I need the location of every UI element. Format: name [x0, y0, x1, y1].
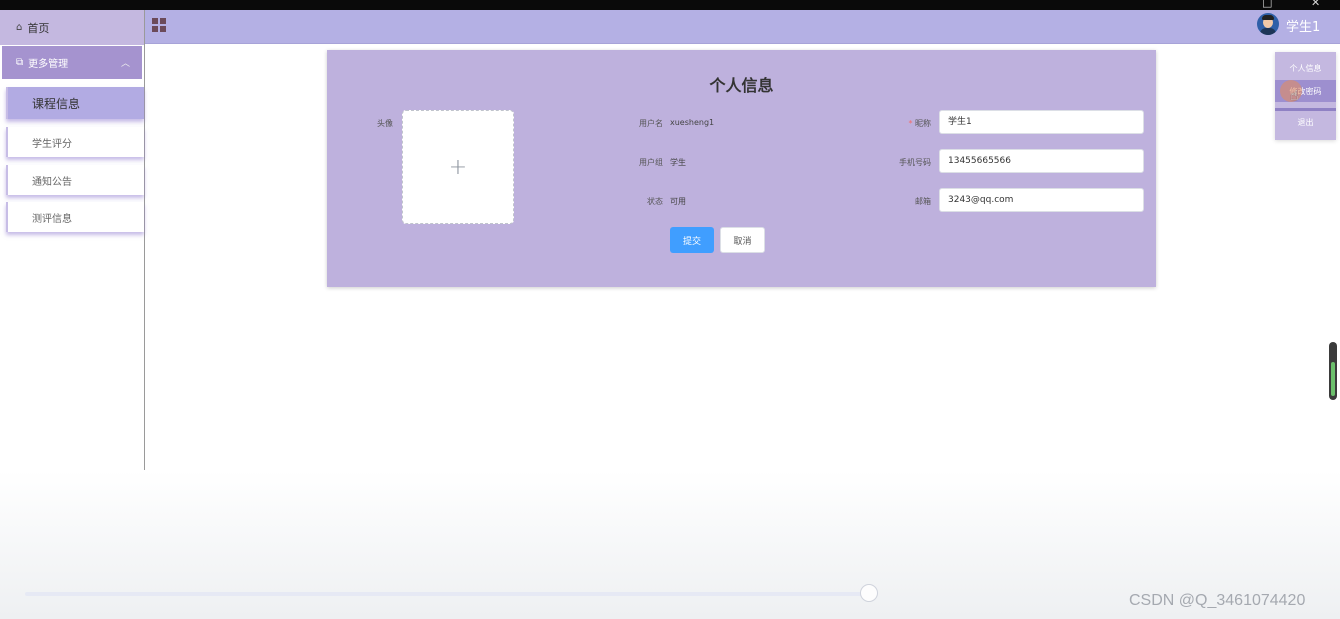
- sidebar-group-more-management[interactable]: ⧉ 更多管理 ︿: [2, 46, 142, 79]
- role-label: 用户组: [639, 158, 663, 167]
- avatar-upload[interactable]: +: [402, 110, 514, 224]
- hand-cursor-icon: ☝: [1290, 88, 1299, 104]
- phone-label: 手机号码: [899, 158, 931, 167]
- minimize-icon[interactable]: □: [1262, 0, 1272, 9]
- vertical-scrollbar[interactable]: [1329, 342, 1337, 400]
- profile-form-panel: 个人信息 头像 + 用户名 xuesheng1 用户组 学生 状态 可用 * 昵…: [327, 50, 1156, 287]
- sidebar-group-label: 更多管理: [28, 59, 69, 70]
- sidebar-item-label: 课程信息: [32, 96, 81, 111]
- nickname-label: * 昵称: [908, 119, 931, 128]
- sidebar-item-label: 通知公告: [32, 176, 72, 188]
- status-label: 状态: [647, 197, 663, 206]
- menu-item-logout[interactable]: 退出: [1275, 111, 1336, 133]
- avatar[interactable]: [1257, 13, 1279, 35]
- grid-icon[interactable]: [152, 18, 166, 32]
- sidebar-item-evaluation-info[interactable]: 测评信息: [6, 202, 144, 232]
- required-asterisk: *: [908, 119, 913, 128]
- sidebar-home-label: 首页: [27, 21, 50, 35]
- page-title: 个人信息: [709, 76, 774, 95]
- video-progress-track[interactable]: [25, 592, 870, 596]
- home-icon: ⌂: [16, 22, 23, 33]
- sidebar-item-label: 测评信息: [32, 213, 72, 225]
- copy-icon: ⧉: [16, 57, 24, 68]
- username-label: 用户名: [639, 119, 663, 128]
- phone-input[interactable]: 13455665566: [939, 149, 1144, 173]
- nickname-input[interactable]: 学生1: [939, 110, 1144, 134]
- csdn-watermark: CSDN @Q_3461074420: [1129, 592, 1306, 609]
- chevron-up-icon: ︿: [120, 59, 130, 69]
- plus-icon: +: [448, 154, 468, 180]
- sidebar-item-label: 学生评分: [32, 138, 72, 150]
- sidebar-item-notices[interactable]: 通知公告: [6, 165, 144, 195]
- sidebar-item-student-rating[interactable]: 学生评分: [6, 127, 144, 157]
- avatar-label: 头像: [377, 119, 393, 128]
- submit-button[interactable]: 提交: [670, 227, 714, 253]
- email-input[interactable]: 3243@qq.com: [939, 188, 1144, 212]
- video-progress-thumb[interactable]: [860, 584, 878, 602]
- top-header: 学生1: [145, 10, 1340, 44]
- sidebar-item-home[interactable]: ⌂ 首页: [0, 10, 144, 45]
- email-label: 邮箱: [915, 197, 931, 206]
- sidebar-item-course-info[interactable]: 课程信息: [6, 87, 144, 119]
- role-value: 学生: [670, 158, 686, 167]
- user-name[interactable]: 学生1: [1286, 16, 1320, 35]
- menu-item-profile[interactable]: 个人信息: [1275, 57, 1336, 79]
- window-title-bar: □ ✕: [0, 0, 1340, 10]
- cancel-button[interactable]: 取消: [720, 227, 765, 253]
- close-icon[interactable]: ✕: [1311, 0, 1320, 9]
- username-value: xuesheng1: [670, 118, 715, 127]
- status-value: 可用: [670, 197, 686, 206]
